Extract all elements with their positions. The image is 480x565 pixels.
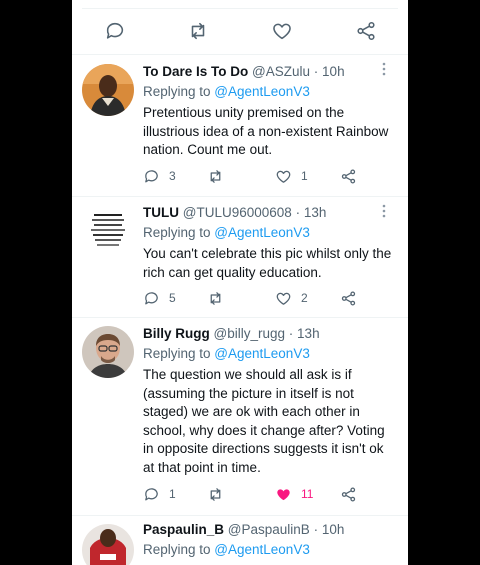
share-button[interactable] (340, 484, 357, 504)
reply-icon (145, 291, 158, 304)
replying-to-prefix: Replying to (143, 225, 215, 240)
replying-to: Replying to @AgentLeonV3 (143, 345, 398, 362)
replying-to: Replying to @AgentLeonV3 (143, 224, 398, 241)
tweet-action-bar: 5 2 (143, 288, 363, 308)
reply-tweet[interactable]: TULU @TULU96000608 · 13h Replying to @Ag… (72, 197, 408, 318)
tweet-header: TULU @TULU96000608 · 13h (143, 204, 398, 221)
reply-button[interactable]: 5 (143, 288, 176, 308)
liked-heart-icon (277, 488, 290, 500)
tweet-time[interactable]: 13h (304, 205, 327, 220)
retweet-icon[interactable] (187, 20, 209, 42)
tweet-time[interactable]: 10h (322, 64, 345, 79)
avatar[interactable] (82, 206, 134, 258)
like-count: 11 (301, 487, 314, 501)
mention-link[interactable]: @AgentLeonV3 (214, 346, 310, 361)
tweet-header: Billy Rugg @billy_rugg · 13h (143, 325, 398, 342)
tweet-header: Paspaulin_B @PaspaulinB · 10h (143, 521, 398, 538)
like-button[interactable]: 11 (275, 484, 313, 504)
share-icon (341, 290, 356, 306)
avatar[interactable] (82, 326, 134, 378)
reply-button[interactable]: 3 (143, 166, 176, 186)
tweet-action-bar: 3 1 (143, 166, 363, 186)
reply-tweet[interactable]: Paspaulin_B @PaspaulinB · 10h Replying t… (72, 516, 408, 565)
tweet-header: To Dare Is To Do @ASZulu · 10h (143, 63, 398, 80)
more-options-icon[interactable] (376, 61, 392, 77)
avatar[interactable] (82, 64, 134, 116)
parent-tweet-action-bar (72, 0, 408, 55)
retweet-button[interactable] (207, 288, 224, 308)
author-name[interactable]: To Dare Is To Do (143, 64, 248, 79)
like-icon (276, 292, 291, 305)
like-count: 2 (301, 291, 308, 305)
like-count: 1 (301, 169, 308, 183)
tweet-text: The question we should all ask is if (as… (143, 367, 385, 475)
retweet-button[interactable] (207, 484, 224, 504)
share-icon (341, 486, 356, 502)
reply-icon (145, 169, 158, 182)
like-icon (276, 170, 291, 183)
separator-dot: · (295, 205, 301, 220)
like-icon[interactable] (271, 20, 293, 42)
tweet-content: TULU @TULU96000608 · 13h Replying to @Ag… (143, 204, 398, 282)
mention-link[interactable]: @AgentLeonV3 (214, 84, 310, 99)
tweet-time[interactable]: 10h (322, 522, 345, 537)
retweet-icon (210, 291, 221, 305)
avatar[interactable] (82, 524, 134, 565)
author-handle[interactable]: @billy_rugg (214, 326, 286, 341)
author-handle[interactable]: @TULU96000608 (183, 205, 292, 220)
reply-tweet[interactable]: To Dare Is To Do @ASZulu · 10h Replying … (72, 55, 408, 197)
reply-icon (145, 487, 158, 500)
share-button[interactable] (340, 288, 357, 308)
reply-count: 1 (169, 487, 176, 501)
reply-count: 3 (169, 169, 176, 183)
author-handle[interactable]: @PaspaulinB (228, 522, 310, 537)
separator-dot: · (313, 522, 319, 537)
reply-icon[interactable] (104, 20, 126, 42)
retweet-icon (210, 487, 221, 501)
tweet-content: Billy Rugg @billy_rugg · 13h Replying to… (143, 325, 398, 477)
replying-to-prefix: Replying to (143, 84, 215, 99)
divider (82, 8, 398, 9)
like-button[interactable]: 2 (275, 288, 308, 308)
share-button[interactable] (340, 166, 357, 186)
mention-link[interactable]: @AgentLeonV3 (214, 225, 310, 240)
replying-to: Replying to @AgentLeonV3 (143, 541, 398, 558)
replying-to-prefix: Replying to (143, 542, 215, 557)
mention-link[interactable]: @AgentLeonV3 (214, 542, 310, 557)
reply-button[interactable]: 1 (143, 484, 176, 504)
retweet-button[interactable] (207, 166, 224, 186)
separator-dot: · (288, 326, 294, 341)
tweet-text: You can't celebrate this pic whilst only… (143, 246, 392, 280)
author-name[interactable]: Paspaulin_B (143, 522, 224, 537)
tweet-text: Pretentious unity premised on the illust… (143, 105, 389, 157)
separator-dot: · (313, 64, 319, 79)
reply-tweet[interactable]: Billy Rugg @billy_rugg · 13h Replying to… (72, 318, 408, 516)
reply-count: 5 (169, 291, 176, 305)
retweet-icon (210, 169, 221, 183)
tweet-action-bar: 1 11 (143, 484, 363, 504)
tweet-time[interactable]: 13h (297, 326, 320, 341)
replying-to-prefix: Replying to (143, 346, 215, 361)
more-options-icon[interactable] (376, 203, 392, 219)
share-icon[interactable] (355, 20, 377, 42)
tweet-thread-page: To Dare Is To Do @ASZulu · 10h Replying … (72, 0, 408, 565)
author-handle[interactable]: @ASZulu (252, 64, 310, 79)
share-icon (341, 168, 356, 184)
author-name[interactable]: TULU (143, 205, 179, 220)
tweet-content: To Dare Is To Do @ASZulu · 10h Replying … (143, 63, 398, 160)
author-name[interactable]: Billy Rugg (143, 326, 210, 341)
like-button[interactable]: 1 (275, 166, 308, 186)
tweet-content: Paspaulin_B @PaspaulinB · 10h Replying t… (143, 521, 398, 558)
replying-to: Replying to @AgentLeonV3 (143, 83, 398, 100)
